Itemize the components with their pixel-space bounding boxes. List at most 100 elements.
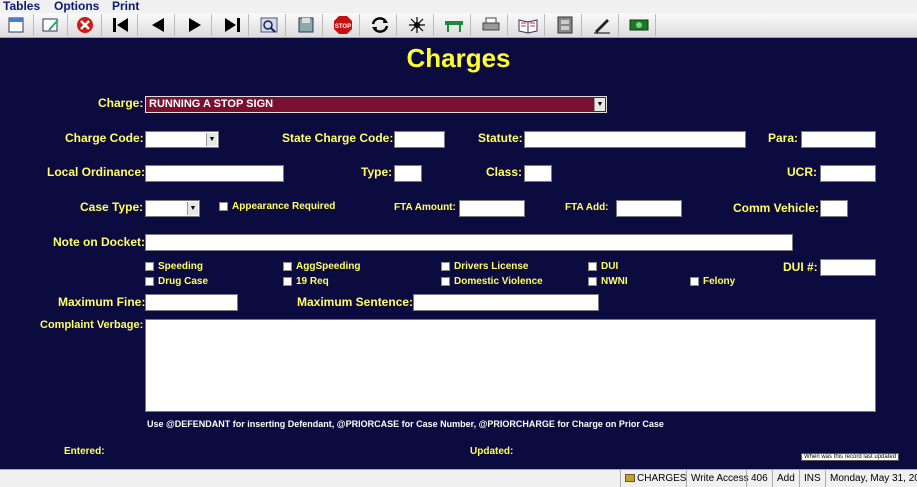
money-icon[interactable] [622,14,656,36]
previous-record-icon[interactable] [141,14,175,36]
checkbox-label: Drug Case [158,276,209,287]
note-on-docket-field[interactable] [145,234,793,251]
fta-add-label: FTA Add: [565,202,609,213]
checkbox-label: Speeding [158,261,204,272]
status-record: 406 [746,470,772,487]
status-table: CHARGES [620,470,690,487]
drivers-license-checkbox[interactable]: Drivers License [441,261,529,272]
status-mode: Add [772,470,799,487]
para-label: Para: [768,131,799,145]
para-field[interactable] [801,131,876,148]
charge-dropdown[interactable]: RUNNING A STOP SIGN ▼ [145,96,607,113]
statute-label: Statute: [478,131,523,145]
case-type-dropdown[interactable]: ▼ [145,200,200,217]
charge-code-dropdown[interactable]: ▼ [145,131,219,148]
table-icon[interactable] [437,14,471,36]
drug-case-checkbox[interactable]: Drug Case [145,276,208,287]
maximum-sentence-label: Maximum Sentence: [297,295,414,309]
comm-vehicle-field[interactable] [820,200,848,217]
print-icon[interactable] [474,14,508,36]
menu-print[interactable]: Print [112,0,139,13]
checkbox-box[interactable] [441,277,450,286]
checkbox-box[interactable] [283,262,292,271]
class-label: Class: [486,165,523,179]
checkbox-box[interactable] [145,262,154,271]
felony-checkbox[interactable]: Felony [690,276,735,287]
maximum-fine-label: Maximum Fine: [58,295,146,309]
status-ins: INS [799,470,825,487]
maximum-fine-field[interactable] [145,294,238,311]
nwni-checkbox[interactable]: NWNI [588,276,628,287]
table-icon [625,474,635,483]
menu-options[interactable]: Options [54,0,99,13]
menu-tables[interactable]: Tables [3,0,40,13]
book-icon[interactable] [511,14,545,36]
charge-label: Charge: [98,96,144,110]
chevron-down-icon[interactable]: ▼ [187,202,198,215]
checkbox-box[interactable] [690,277,699,286]
speeding-checkbox[interactable]: Speeding [145,261,203,272]
checkbox-label: DUI [601,261,619,272]
complaint-verbage-label: Complaint Verbage: [40,319,144,331]
domestic-violence-checkbox[interactable]: Domestic Violence [441,276,543,287]
maximum-sentence-field[interactable] [413,294,599,311]
entered-label: Entered: [64,446,105,457]
type-label: Type: [361,165,393,179]
stop-icon[interactable]: STOP [326,14,360,36]
comm-vehicle-label: Comm Vehicle: [733,201,820,215]
checkbox-box[interactable] [219,202,228,211]
checkbox-box[interactable] [588,277,597,286]
edit-record-icon[interactable] [34,14,68,36]
local-ordinance-field[interactable] [145,165,284,182]
checkbox-box[interactable] [283,277,292,286]
checkbox-label: 19 Req [296,276,329,287]
dui-number-label: DUI #: [783,260,818,274]
settings-icon[interactable] [400,14,434,36]
search-icon[interactable] [252,14,286,36]
ucr-field[interactable] [820,165,876,182]
delete-icon[interactable] [68,14,102,36]
next-record-icon[interactable] [178,14,212,36]
checkbox-box[interactable] [145,277,154,286]
menu-bar: Tables Options Print [0,0,917,13]
charges-form: Charges Charge: RUNNING A STOP SIGN ▼ Ch… [0,38,917,469]
class-field[interactable] [524,165,552,182]
sign-icon[interactable] [585,14,619,36]
note-on-docket-label: Note on Docket: [53,235,146,249]
19-req-checkbox[interactable]: 19 Req [283,276,329,287]
chevron-down-icon[interactable]: ▼ [206,133,217,146]
checkbox-label: NWNI [601,276,628,287]
type-field[interactable] [394,165,422,182]
local-ordinance-label: Local Ordinance: [47,165,146,179]
fta-amount-field[interactable] [459,200,525,217]
status-date: Monday, May 31, 2021 [825,470,917,487]
fta-amount-label: FTA Amount: [394,202,456,213]
toolbar: STOP [0,13,917,38]
refresh-icon[interactable] [363,14,397,36]
statute-field[interactable] [524,131,746,148]
ucr-label: UCR: [787,165,817,179]
status-table-text: CHARGES [637,473,687,484]
fta-add-field[interactable] [616,200,682,217]
state-charge-code-field[interactable] [394,131,445,148]
tooltip: When was this record last updated [801,453,900,461]
appearance-required-checkbox[interactable]: Appearance Required [219,201,335,212]
status-bar: CHARGES Write Access 406 Add INS Monday,… [0,469,917,487]
save-icon[interactable] [289,14,323,36]
cabinet-icon[interactable] [548,14,582,36]
checkbox-box[interactable] [441,262,450,271]
new-record-icon[interactable] [0,14,34,36]
status-access: Write Access [686,470,753,487]
dui-checkbox[interactable]: DUI [588,261,618,272]
checkbox-label: Drivers License [454,261,529,272]
complaint-verbage-textarea[interactable] [145,319,876,412]
checkbox-label: Felony [703,276,736,287]
chevron-down-icon[interactable]: ▼ [594,98,605,111]
checkbox-box[interactable] [588,262,597,271]
hint-text: Use @DEFENDANT for inserting Defendant, … [147,419,664,429]
last-record-icon[interactable] [215,14,249,36]
dui-number-field[interactable] [820,259,876,276]
appearance-required-label: Appearance Required [232,201,336,212]
first-record-icon[interactable] [104,14,138,36]
aggspeeding-checkbox[interactable]: AggSpeeding [283,261,360,272]
